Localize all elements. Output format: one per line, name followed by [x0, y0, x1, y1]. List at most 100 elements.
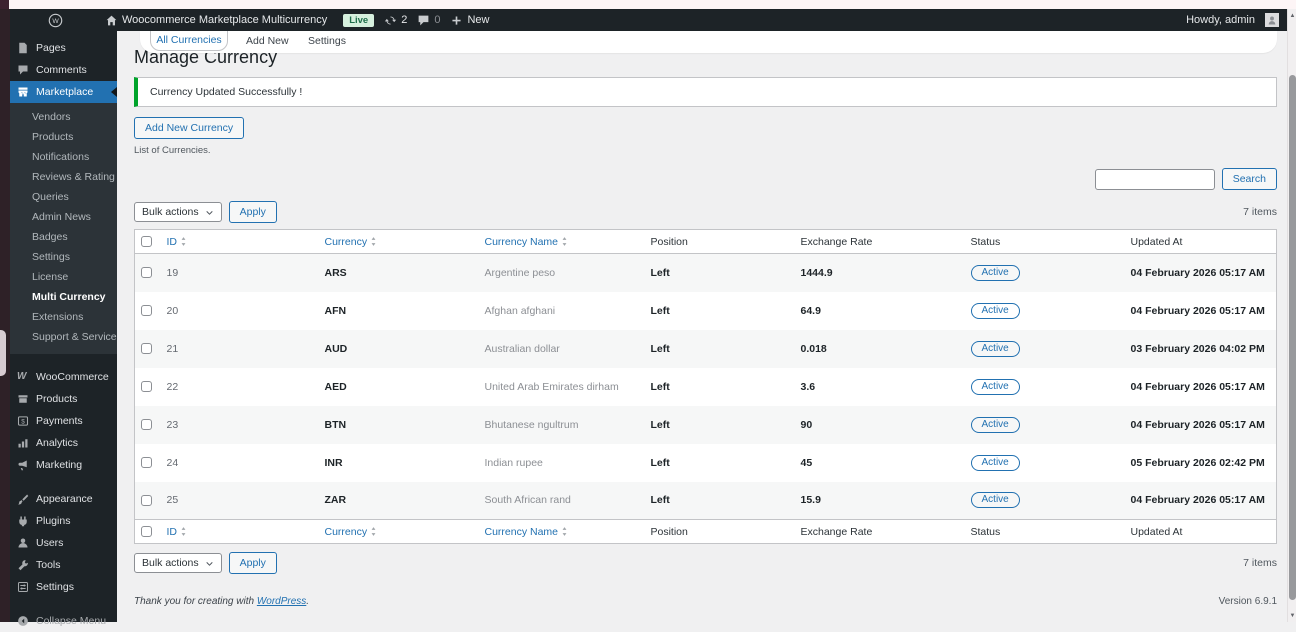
sidebar-subitem-license[interactable]: License: [10, 267, 117, 287]
sidebar-subitem-admin-news[interactable]: Admin News: [10, 207, 117, 227]
sidebar-subitem-badges[interactable]: Badges: [10, 227, 117, 247]
sidebar-subitem-vendors[interactable]: Vendors: [10, 107, 117, 127]
chevron-down-icon: [205, 559, 214, 568]
tab-add-new[interactable]: Add New: [246, 35, 289, 47]
row-checkbox[interactable]: [141, 381, 152, 393]
status-badge[interactable]: Active: [970, 416, 1020, 433]
updates-link[interactable]: 2: [384, 14, 407, 27]
scrollbar[interactable]: ▲ ▼: [1287, 9, 1296, 622]
account-menu[interactable]: Howdy, admin: [1186, 13, 1279, 27]
sidebar-item-appearance[interactable]: Appearance: [10, 488, 117, 510]
appearance-icon: [17, 493, 29, 505]
column-header-id[interactable]: ID: [161, 520, 319, 544]
status-badge[interactable]: Active: [970, 378, 1020, 395]
cell-currency-name: Argentine peso: [484, 266, 556, 279]
sidebar-item-settings[interactable]: Settings: [10, 576, 117, 598]
sidebar-item-woocommerce[interactable]: W WooCommerce: [10, 366, 117, 388]
cell-position: Left: [650, 494, 670, 507]
sidebar-item-products[interactable]: Products: [10, 388, 117, 410]
wordpress-logo-icon[interactable]: W: [48, 13, 63, 28]
sidebar-item-marketing[interactable]: Marketing: [10, 454, 117, 476]
list-subtitle: List of Currencies.: [134, 145, 211, 156]
sidebar-subitem-notifications[interactable]: Notifications: [10, 147, 117, 167]
cell-status: Active: [965, 482, 1125, 520]
new-content-link[interactable]: New: [450, 14, 489, 27]
table-row: 24 INR Indian rupee Left 45 Active 05 February…: [135, 444, 1277, 482]
row-checkbox[interactable]: [141, 419, 152, 431]
sidebar-item-label: Marketing: [36, 459, 83, 471]
column-header-id[interactable]: ID: [161, 230, 319, 254]
scrollbar-thumb[interactable]: [1289, 75, 1296, 600]
status-badge[interactable]: Active: [970, 340, 1020, 357]
search-input[interactable]: [1094, 168, 1215, 190]
sidebar-item-label: Plugins: [36, 515, 71, 527]
sidebar-item-collapse-menu[interactable]: Collapse Menu: [10, 610, 117, 632]
status-badge[interactable]: Active: [970, 264, 1020, 281]
sidebar-item-tools[interactable]: Tools: [10, 554, 117, 576]
row-checkbox[interactable]: [141, 494, 152, 506]
sidebar-item-pages[interactable]: Pages: [10, 37, 117, 59]
success-notice: Currency Updated Successfully !: [134, 77, 1277, 107]
sidebar-item-marketplace[interactable]: Marketplace: [10, 81, 117, 103]
sidebar-item-comments[interactable]: Comments: [10, 59, 117, 81]
sidebar-item-payments[interactable]: $ Payments: [10, 410, 117, 432]
cell-updated-at: 04 February 2026 05:17 AM: [1130, 418, 1265, 431]
row-checkbox[interactable]: [141, 343, 152, 355]
cell-updated-at: 04 February 2026 05:17 AM: [1130, 494, 1265, 507]
cell-position: Left: [650, 342, 670, 355]
sidebar-item-users[interactable]: Users: [10, 532, 117, 554]
tab-settings[interactable]: Settings: [308, 35, 346, 47]
sidebar-item-plugins[interactable]: Plugins: [10, 510, 117, 532]
cell-status: Active: [965, 292, 1125, 330]
cell-position: Left: [650, 418, 670, 431]
comments-count: 0: [434, 14, 441, 26]
marketing-icon: [17, 459, 29, 471]
cell-id: 20: [166, 304, 179, 317]
bulk-actions-label: Bulk actions: [142, 206, 199, 218]
status-badge[interactable]: Active: [970, 454, 1020, 471]
tab-all-currencies[interactable]: All Currencies: [150, 31, 228, 51]
site-name-link[interactable]: Woocommerce Marketplace Multicurrency: [105, 14, 327, 27]
sidebar-subitem-multi-currency[interactable]: Multi Currency: [10, 287, 117, 307]
status-badge[interactable]: Active: [970, 302, 1020, 319]
cell-exchange-rate: 64.9: [800, 304, 821, 317]
search-button[interactable]: Search: [1221, 168, 1277, 190]
sidebar-subitem-extensions[interactable]: Extensions: [10, 307, 117, 327]
row-checkbox[interactable]: [141, 267, 152, 279]
cell-status: Active: [965, 330, 1125, 368]
sidebar-subitem-support-services[interactable]: Support & Services: [10, 327, 122, 347]
row-checkbox[interactable]: [141, 305, 152, 317]
select-all-checkbox[interactable]: [141, 526, 152, 538]
sidebar-subitem-reviews-rating[interactable]: Reviews & Rating: [10, 167, 117, 187]
column-header-updated-at: Updated At: [1130, 235, 1183, 248]
cell-currency: INR: [324, 456, 343, 469]
pages-icon: [17, 42, 29, 54]
sidebar-item-analytics[interactable]: Analytics: [10, 432, 117, 454]
bulk-actions-select[interactable]: Bulk actions: [134, 202, 222, 222]
comments-link[interactable]: 0: [417, 14, 440, 27]
column-header-currency-name[interactable]: Currency Name: [479, 520, 645, 544]
sidebar-item-label: Users: [36, 537, 64, 549]
column-header-currency[interactable]: Currency: [319, 230, 479, 254]
status-badge[interactable]: Active: [970, 492, 1020, 509]
add-new-currency-button[interactable]: Add New Currency: [134, 117, 245, 139]
browser-edge-tab[interactable]: [0, 330, 6, 376]
column-header-currency-name[interactable]: Currency Name: [479, 230, 645, 254]
table-header-row-bottom: ID Currency Currency Name Position Exchange …: [134, 519, 1277, 544]
browser-left-edge: [0, 9, 10, 622]
bulk-actions-select-bottom[interactable]: Bulk actions: [134, 553, 222, 573]
column-header-exchange-rate: Exchange Rate: [800, 235, 873, 248]
apply-button-bottom[interactable]: Apply: [228, 552, 277, 574]
wordpress-link[interactable]: WordPress: [257, 596, 306, 607]
cell-status: Active: [965, 406, 1125, 444]
scroll-up-arrow[interactable]: ▲: [1289, 12, 1296, 20]
plus-icon: [450, 14, 463, 27]
row-checkbox[interactable]: [141, 457, 152, 469]
scroll-down-arrow[interactable]: ▼: [1289, 612, 1296, 620]
apply-button[interactable]: Apply: [228, 201, 277, 223]
sidebar-subitem-products[interactable]: Products: [10, 127, 117, 147]
sidebar-subitem-queries[interactable]: Queries: [10, 187, 117, 207]
sidebar-subitem-settings[interactable]: Settings: [10, 247, 117, 267]
select-all-checkbox[interactable]: [141, 236, 152, 248]
column-header-currency[interactable]: Currency: [319, 520, 479, 544]
